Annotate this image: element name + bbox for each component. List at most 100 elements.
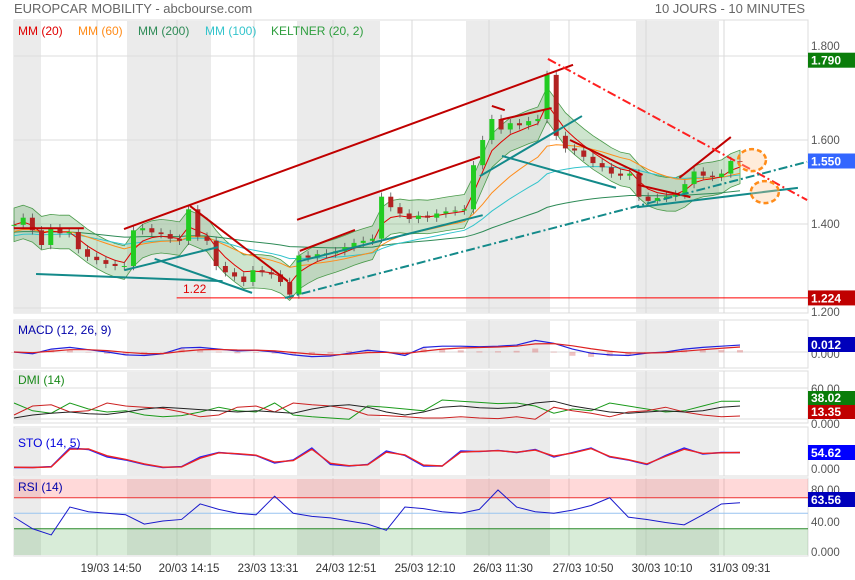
price-tag-last-text: 1.550 [811,155,841,169]
candle [645,196,651,201]
candle [222,266,228,273]
macd-histogram-bar [550,351,557,353]
candle [461,209,467,211]
candle [94,256,100,261]
macd-histogram-bar [85,351,92,353]
legend-keltner: KELTNER (20, 2) [271,24,363,38]
candle [406,213,412,219]
day-band [297,321,380,368]
macd-histogram-bar [737,350,743,353]
y-tick-1800: 1.800 [811,41,840,53]
dmi-minus-value: 13.35 [811,405,841,419]
y-tick-1200: 1.200 [811,307,840,319]
day-band [127,21,211,313]
candle [599,163,605,168]
candle [544,74,550,119]
candle [434,213,440,218]
x-axis-label: 26/03 11:30 [473,563,533,575]
candle [700,171,706,176]
legend-mm20: MM (20) [18,24,63,38]
candle [287,281,293,295]
candle [562,135,568,149]
macd-histogram-bar [513,350,520,353]
candle [728,161,734,174]
y-tick-1600: 1.600 [811,135,840,147]
macd-histogram-bar [457,350,464,353]
candle [581,150,587,157]
candle [85,249,91,257]
candle [360,240,366,243]
macd-histogram-bar [234,352,241,354]
y-tick-1400: 1.400 [811,219,840,231]
candle [535,119,541,122]
rsi-tick-0: 0.000 [811,547,840,559]
sto-title: STO (14, 5) [18,436,80,450]
macd-histogram-bar [253,352,259,353]
candle [709,175,715,177]
sto-value: 54.62 [811,446,841,460]
rsi-value: 63.56 [811,493,841,507]
candle [379,196,385,239]
period-label[interactable]: 10 JOURS - 10 MINUTES [655,1,806,16]
sto-tick-0: 0.000 [811,464,840,476]
macd-title: MACD (12, 26, 9) [18,323,111,337]
dmi-plus-value: 38.02 [811,391,841,405]
candle [140,228,146,231]
legend-mm60: MM (60) [78,24,123,38]
candle [167,234,173,239]
x-axis-label: 24/03 12:51 [316,563,377,575]
candle [204,236,210,241]
support-label: 1.22 [183,282,207,296]
candle [489,119,495,140]
day-band [466,321,550,368]
candle [507,123,513,130]
candle [388,196,394,208]
value-tags: 1.790 1.550 1.224 0.012 38.02 13.35 54.6… [808,52,855,507]
day-band [466,372,550,423]
rsi-overbought-zone [14,479,808,498]
candle [471,165,476,210]
candle [20,217,26,225]
candle [158,232,164,235]
candle [149,228,155,233]
stock-chart: EUROPCAR MOBILITY - abcbourse.com 10 JOU… [11,1,855,575]
marker-ellipse [749,179,781,205]
candle [305,255,311,258]
dmi-tick-0: 0.000 [811,419,840,431]
candle [425,215,431,218]
candle [627,173,633,176]
x-axis-labels: 19/03 14:50 20/03 14:15 23/03 13:31 24/03 1… [81,563,771,575]
candle [719,173,725,177]
candle [112,263,118,266]
price-tag-low-text: 1.224 [811,291,841,305]
candle [608,167,614,174]
candle [691,171,697,185]
candle [176,238,182,241]
candle [232,272,238,277]
candle [572,148,578,151]
candle [75,231,81,250]
chart-background [13,19,809,557]
x-axis-label: 31/03 09:31 [710,563,771,575]
day-band [127,372,211,423]
rsi-tick-40: 40.00 [811,517,840,529]
candle [121,266,127,267]
x-axis-label: 23/03 13:31 [238,563,299,575]
macd-histogram-bar [327,352,334,354]
candle [213,240,219,266]
x-axis-label: 27/03 10:50 [553,563,614,575]
x-axis-label: 25/03 12:10 [395,563,456,575]
macd-histogram-bar [476,351,483,353]
candle [48,228,54,245]
day-band [636,321,719,368]
macd-histogram-bar [215,351,222,353]
macd-value: 0.012 [811,338,841,352]
candle [103,260,109,264]
macd-histogram-bar [532,348,539,353]
candle [516,123,522,126]
price-tag-high-text: 1.790 [811,54,841,68]
day-band [297,428,380,476]
candle [397,207,403,214]
candle [259,270,265,273]
chart-title: EUROPCAR MOBILITY - abcbourse.com [14,1,252,16]
